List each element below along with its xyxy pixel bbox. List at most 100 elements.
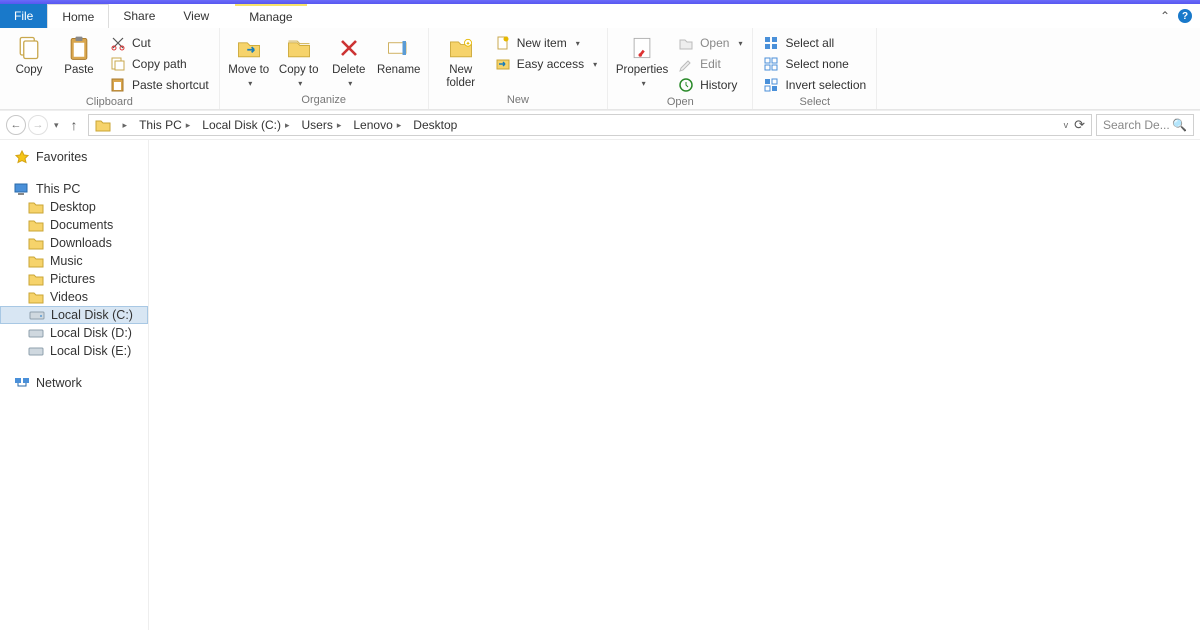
edit-button[interactable]: Edit — [674, 55, 746, 73]
search-icon: 🔍 — [1172, 118, 1187, 132]
chevron-down-icon: ▾ — [593, 60, 597, 69]
breadcrumb-separator-icon[interactable]: ▸ — [333, 120, 346, 131]
address-bar[interactable]: ▸ This PC▸ Local Disk (C:)▸ Users▸ Lenov… — [88, 114, 1092, 136]
properties-button[interactable]: Properties▾ — [614, 32, 670, 88]
content-pane[interactable] — [149, 140, 1200, 630]
new-folder-label: New folder — [435, 64, 487, 90]
paste-shortcut-icon — [110, 77, 126, 93]
group-new-label: New — [435, 92, 601, 109]
open-icon — [678, 35, 694, 51]
tree-label: Downloads — [50, 236, 112, 250]
breadcrumb-separator-icon[interactable]: ▸ — [393, 120, 406, 131]
select-all-button[interactable]: Select all — [759, 34, 870, 52]
tree-item-music[interactable]: Music — [0, 252, 148, 270]
tree-item-downloads[interactable]: Downloads — [0, 234, 148, 252]
chevron-down-icon: ▾ — [348, 79, 352, 88]
history-icon — [678, 77, 694, 93]
tree-item-documents[interactable]: Documents — [0, 216, 148, 234]
copy-button[interactable]: Copy — [6, 32, 52, 77]
paste-button[interactable]: Paste — [56, 32, 102, 77]
group-organize: Move to▾ Copy to▾ Delete▾ Rename Organiz… — [220, 28, 429, 109]
chevron-down-icon: ▾ — [298, 79, 302, 88]
up-button[interactable]: ↑ — [65, 117, 84, 133]
breadcrumb[interactable]: Local Disk (C:)▸ — [198, 118, 297, 132]
breadcrumb[interactable]: Desktop — [409, 118, 461, 132]
move-to-button[interactable]: Move to▾ — [226, 32, 272, 88]
breadcrumb-label: This PC — [139, 118, 182, 132]
breadcrumb-separator-icon[interactable]: ▸ — [281, 120, 294, 131]
breadcrumb[interactable]: Users▸ — [298, 118, 350, 132]
copy-path-button[interactable]: Copy path — [106, 55, 213, 73]
easy-access-icon — [495, 56, 511, 72]
group-select-label: Select — [759, 94, 870, 111]
group-open: Properties▾ Open▾ Edit History Open — [608, 28, 753, 109]
computer-icon — [14, 182, 30, 196]
easy-access-button[interactable]: Easy access ▾ — [491, 55, 601, 73]
tree-label: Pictures — [50, 272, 95, 286]
address-dropdown-icon[interactable]: v — [1064, 120, 1069, 130]
paste-icon — [65, 34, 93, 62]
ribbon-tabs: File Home Share View Manage ⌃ ? — [0, 4, 1200, 28]
copy-path-icon — [110, 56, 126, 72]
copy-label: Copy — [16, 64, 43, 77]
tab-manage[interactable]: Manage — [235, 4, 306, 28]
tree-item-desktop[interactable]: Desktop — [0, 198, 148, 216]
breadcrumb-label: Desktop — [413, 118, 457, 132]
breadcrumb[interactable]: This PC▸ — [135, 118, 198, 132]
collapse-ribbon-icon[interactable]: ⌃ — [1160, 9, 1170, 23]
paste-shortcut-button[interactable]: Paste shortcut — [106, 76, 213, 94]
drive-icon — [28, 326, 44, 340]
new-folder-icon: ✦ — [447, 34, 475, 62]
open-button[interactable]: Open▾ — [674, 34, 746, 52]
tree-item-videos[interactable]: Videos — [0, 288, 148, 306]
tree-this-pc[interactable]: This PC — [0, 180, 148, 198]
folder-icon — [28, 290, 44, 304]
group-clipboard: Copy Paste Cut Copy path Paste shortcut — [0, 28, 220, 109]
folder-icon — [28, 200, 44, 214]
tab-share[interactable]: Share — [109, 4, 169, 28]
rename-icon — [385, 34, 413, 62]
rename-button[interactable]: Rename — [376, 32, 422, 77]
cut-icon — [110, 35, 126, 51]
tab-view[interactable]: View — [169, 4, 223, 28]
chevron-down-icon: ▾ — [248, 79, 252, 88]
breadcrumb-separator-icon[interactable]: ▸ — [182, 120, 195, 131]
back-button[interactable]: ← — [6, 115, 26, 135]
recent-locations-icon[interactable]: ▾ — [50, 120, 63, 131]
chevron-down-icon: ▾ — [576, 39, 580, 48]
tree-label: Local Disk (C:) — [51, 308, 133, 322]
new-item-button[interactable]: New item▾ — [491, 34, 601, 52]
select-none-button[interactable]: Select none — [759, 55, 870, 73]
tree-network[interactable]: Network — [0, 374, 148, 392]
search-input[interactable]: Search De... 🔍 — [1096, 114, 1194, 136]
tab-file[interactable]: File — [0, 4, 47, 28]
tree-favorites[interactable]: Favorites — [0, 148, 148, 166]
navigation-bar: ← → ▾ ↑ ▸ This PC▸ Local Disk (C:)▸ User… — [0, 110, 1200, 140]
tree-item-pictures[interactable]: Pictures — [0, 270, 148, 288]
copy-to-button[interactable]: Copy to▾ — [276, 32, 322, 88]
tree-item-local-disk-e[interactable]: Local Disk (E:) — [0, 342, 148, 360]
history-button[interactable]: History — [674, 76, 746, 94]
tree-item-local-disk-d[interactable]: Local Disk (D:) — [0, 324, 148, 342]
tree-label: This PC — [36, 182, 80, 196]
tree-item-local-disk-c[interactable]: Local Disk (C:) — [0, 306, 148, 324]
invert-selection-label: Invert selection — [785, 78, 866, 92]
copy-to-icon — [285, 34, 313, 62]
forward-button[interactable]: → — [28, 115, 48, 135]
new-item-icon — [495, 35, 511, 51]
breadcrumb[interactable]: Lenovo▸ — [349, 118, 409, 132]
refresh-icon[interactable]: ⟳ — [1074, 117, 1085, 133]
breadcrumb-separator-icon[interactable]: ▸ — [119, 120, 132, 131]
tree-label: Local Disk (E:) — [50, 344, 131, 358]
folder-icon — [28, 218, 44, 232]
help-icon[interactable]: ? — [1178, 9, 1192, 23]
new-folder-button[interactable]: ✦ New folder — [435, 32, 487, 90]
tab-home[interactable]: Home — [47, 4, 109, 28]
edit-label: Edit — [700, 57, 721, 71]
delete-button[interactable]: Delete▾ — [326, 32, 372, 88]
invert-selection-button[interactable]: Invert selection — [759, 76, 870, 94]
group-select: Select all Select none Invert selection … — [753, 28, 877, 109]
easy-access-label: Easy access — [517, 57, 584, 71]
cut-button[interactable]: Cut — [106, 34, 213, 52]
move-to-icon — [235, 34, 263, 62]
